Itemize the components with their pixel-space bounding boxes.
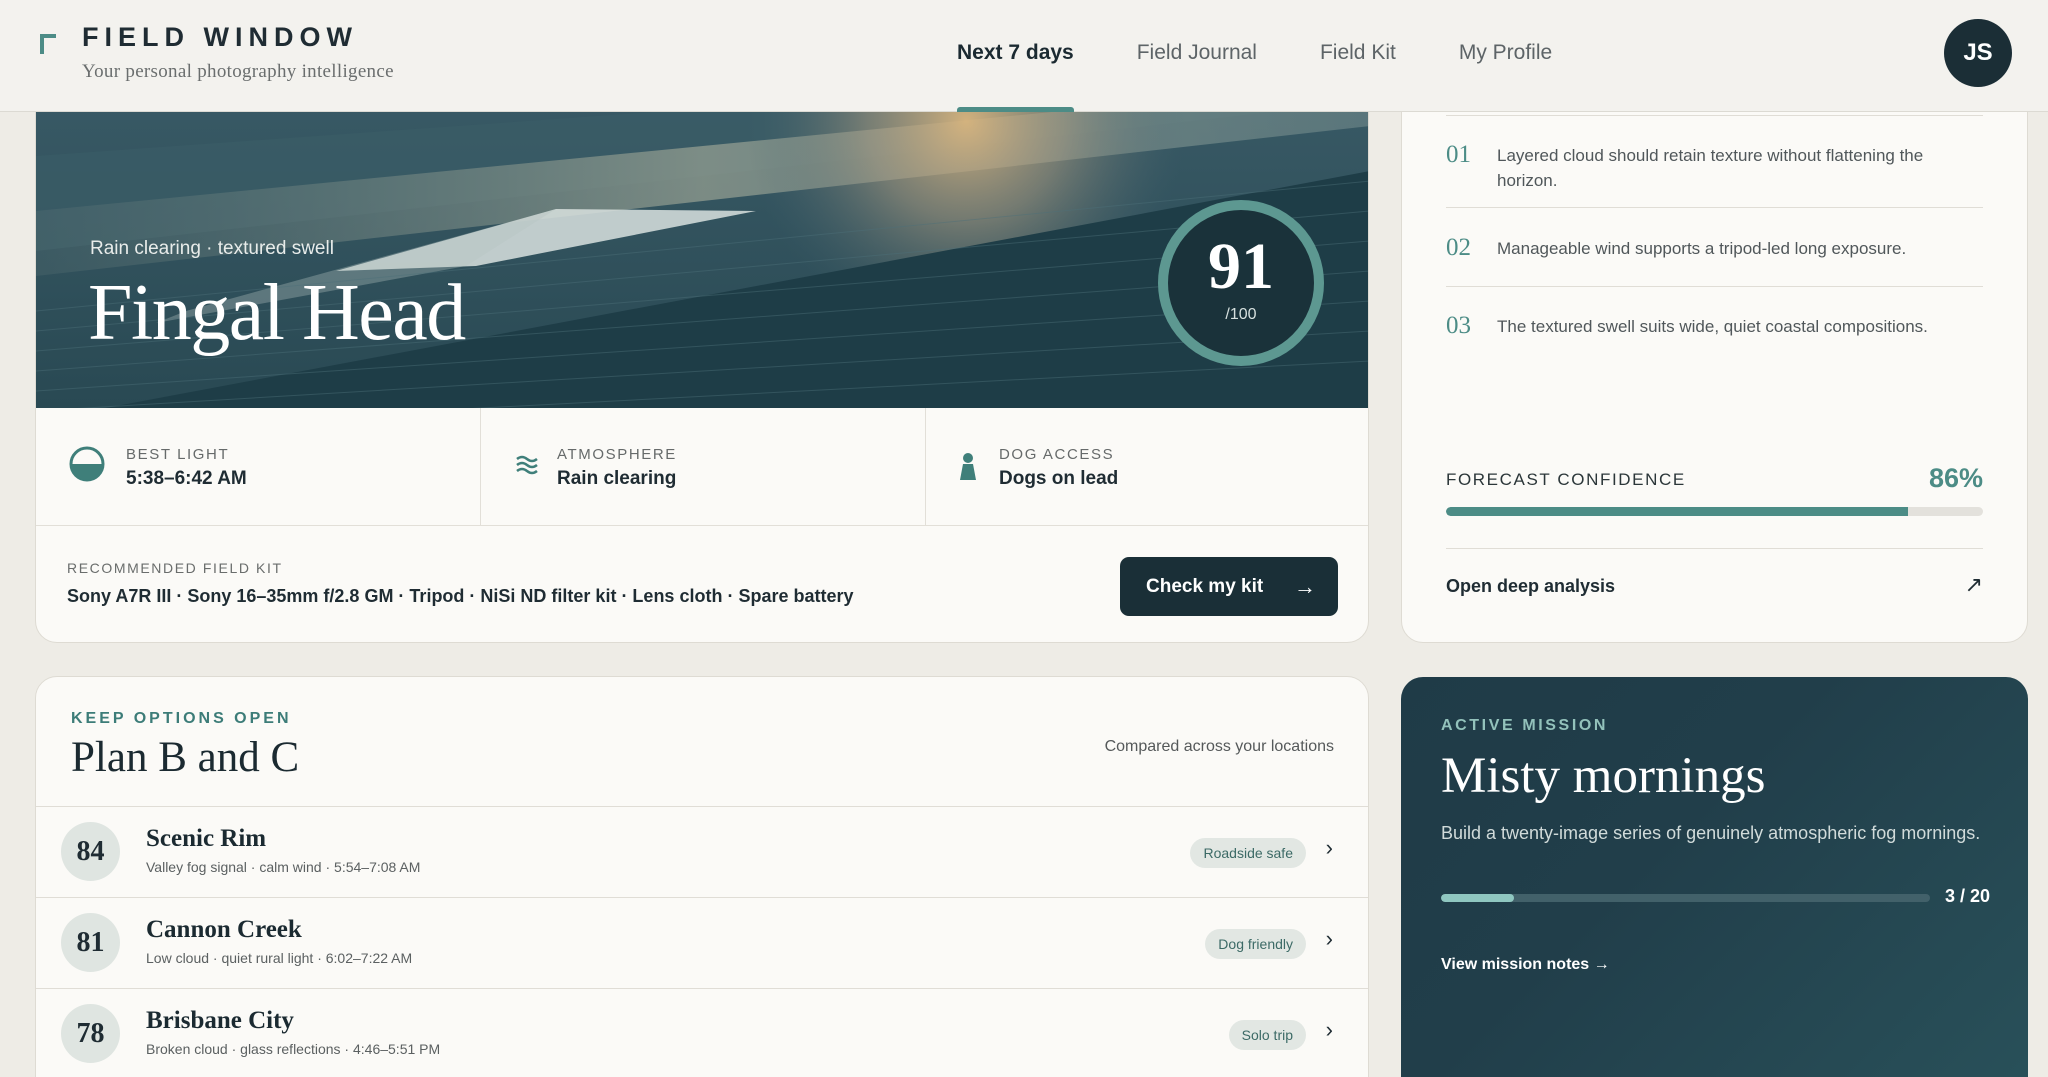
reason-text: Layered cloud should retain texture with…: [1497, 146, 1924, 190]
reason-text: The textured swell suits wide, quiet coa…: [1497, 317, 1928, 336]
stat-value: 5:38–6:42 AM: [126, 468, 247, 489]
hero-card: Rain clearing · textured swell Fingal He…: [35, 60, 1369, 643]
stat-label: ATMOSPHERE: [557, 446, 677, 463]
row-score: 81: [61, 913, 120, 972]
score-value: 91: [1208, 230, 1274, 303]
divider: [1446, 207, 1983, 208]
divider: [1446, 286, 1983, 287]
external-arrow-icon[interactable]: ↗: [1965, 572, 1983, 598]
brand-title: FIELD WINDOW: [82, 22, 358, 52]
plan-options-card: KEEP OPTIONS OPEN Plan B and C Compared …: [35, 676, 1369, 1077]
nav-field-journal[interactable]: Field Journal: [1137, 0, 1257, 112]
plan-row-cannon-creek[interactable]: 81 Cannon Creek Low cloud · quiet rural …: [36, 897, 1368, 988]
kit-items: Sony A7R III · Sony 16–35mm f/2.8 GM · T…: [67, 586, 854, 606]
stats-row: BEST LIGHT 5:38–6:42 AM ATMOSPHERE Rain …: [36, 408, 1368, 526]
row-badge: Solo trip: [1228, 1020, 1306, 1050]
reason-text: Manageable wind supports a tripod-led lo…: [1497, 239, 1907, 258]
brand-subtitle: Your personal photography intelligence: [82, 61, 394, 82]
row-score: 78: [61, 1004, 120, 1063]
kit-label: RECOMMENDED FIELD KIT: [67, 560, 283, 576]
chevron-right-icon[interactable]: ›: [1326, 926, 1333, 952]
row-detail: Valley fog signal · calm wind · 5:54–7:0…: [146, 859, 421, 875]
chevron-right-icon[interactable]: ›: [1326, 835, 1333, 861]
confidence-bar-fill: [1446, 507, 1908, 516]
stat-dog-access: DOG ACCESS Dogs on lead: [926, 408, 1368, 525]
plan-row-brisbane-city[interactable]: 78 Brisbane City Broken cloud · glass re…: [36, 988, 1368, 1077]
mission-kicker: ACTIVE MISSION: [1441, 717, 1609, 734]
row-name: Brisbane City: [146, 1007, 294, 1034]
stat-label: DOG ACCESS: [999, 446, 1115, 463]
stat-best-light: BEST LIGHT 5:38–6:42 AM: [36, 408, 481, 525]
stat-atmosphere: ATMOSPHERE Rain clearing: [481, 408, 926, 525]
reason-number: 02: [1446, 234, 1471, 261]
reason-number: 01: [1446, 141, 1471, 168]
mission-progress-count: 3 / 20: [1945, 886, 1991, 906]
nav-next-7-days[interactable]: Next 7 days: [957, 0, 1074, 112]
hero-subtitle: Rain clearing · textured swell: [90, 238, 334, 259]
confidence-value: 86%: [1928, 463, 1983, 493]
mission-description: Build a twenty-image series of genuinely…: [1441, 823, 1981, 843]
check-kit-label: Check my kit: [1146, 575, 1264, 597]
top-header: FIELD WINDOW Your personal photography i…: [0, 0, 2048, 112]
brand[interactable]: FIELD WINDOW Your personal photography i…: [82, 22, 394, 83]
confidence-bar: [1446, 507, 1983, 516]
main-nav: Next 7 days Field Journal Field Kit My P…: [957, 0, 1615, 112]
nav-field-kit[interactable]: Field Kit: [1320, 0, 1396, 112]
plan-kicker: KEEP OPTIONS OPEN: [71, 710, 292, 727]
row-score: 84: [61, 822, 120, 881]
hero-image: Rain clearing · textured swell Fingal He…: [36, 61, 1368, 408]
arrow-right-icon: →: [1294, 573, 1316, 599]
check-kit-button[interactable]: Check my kit →: [1120, 557, 1338, 616]
mission-title: Misty mornings: [1441, 748, 1766, 804]
dog-icon: [960, 453, 976, 480]
stat-value: Dogs on lead: [999, 468, 1119, 489]
confidence-label: FORECAST CONFIDENCE: [1446, 470, 1686, 489]
logo-icon: [40, 34, 56, 54]
open-deep-analysis-link[interactable]: Open deep analysis: [1446, 576, 1615, 597]
avatar[interactable]: JS: [1944, 19, 2012, 87]
divider: [1446, 115, 1983, 116]
half-sun-icon: [69, 446, 105, 482]
row-detail: Broken cloud · glass reflections · 4:46–…: [146, 1041, 441, 1057]
stat-label: BEST LIGHT: [126, 446, 230, 463]
nav-my-profile[interactable]: My Profile: [1459, 0, 1552, 112]
score-ring: 91 /100: [1158, 200, 1324, 366]
row-name: Scenic Rim: [146, 825, 267, 852]
reason-number: 03: [1446, 312, 1471, 339]
score-max: /100: [1225, 306, 1257, 323]
mission-progress-fill: [1441, 894, 1515, 902]
row-badge: Dog friendly: [1205, 929, 1306, 959]
divider: [1446, 548, 1983, 549]
waves-icon: [516, 455, 538, 475]
plan-title: Plan B and C: [71, 734, 300, 781]
row-badge: Roadside safe: [1190, 838, 1306, 868]
analysis-card: 01 Layered cloud should retain texture w…: [1401, 60, 2028, 643]
view-mission-notes-link[interactable]: View mission notes →: [1441, 956, 1610, 974]
row-name: Cannon Creek: [146, 916, 302, 943]
plan-note: Compared across your locations: [1104, 738, 1334, 755]
row-detail: Low cloud · quiet rural light · 6:02–7:2…: [146, 950, 413, 966]
chevron-right-icon[interactable]: ›: [1326, 1017, 1333, 1043]
stat-value: Rain clearing: [557, 468, 677, 489]
mission-progress-bar: [1441, 894, 1930, 902]
mission-card: ACTIVE MISSION Misty mornings Build a tw…: [1401, 677, 2028, 1077]
plan-row-scenic-rim[interactable]: 84 Scenic Rim Valley fog signal · calm w…: [36, 806, 1368, 897]
location-title: Fingal Head: [88, 269, 466, 357]
